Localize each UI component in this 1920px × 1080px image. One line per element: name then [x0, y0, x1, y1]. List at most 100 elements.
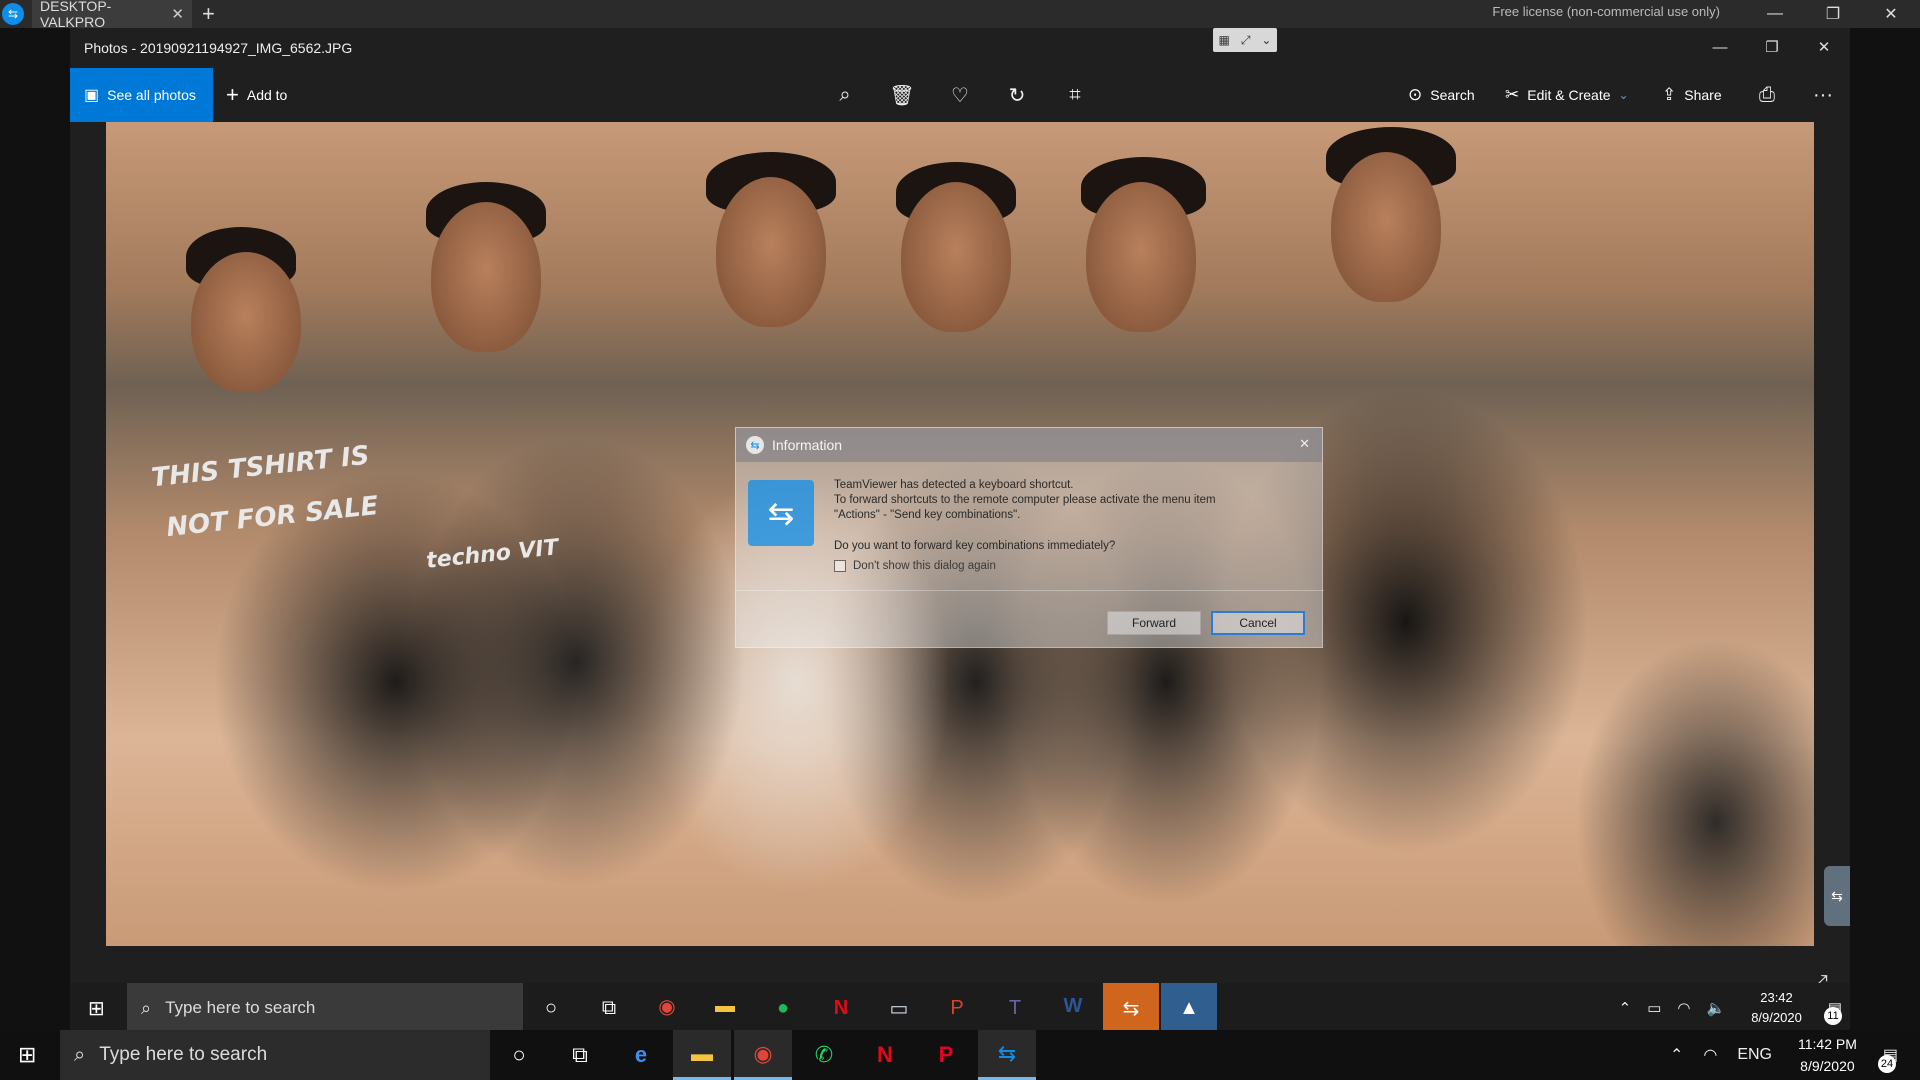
- grid-icon[interactable]: ▦: [1218, 33, 1229, 47]
- person-face: [1086, 182, 1196, 332]
- zoom-icon[interactable]: ⌕: [825, 68, 865, 122]
- person-face: [431, 202, 541, 352]
- battery-icon[interactable]: ▭: [1647, 999, 1661, 1017]
- teamviewer-info-dialog: ⇆ Information ✕ ⇆ TeamViewer has detecte…: [735, 427, 1324, 648]
- search-icon: ⊙: [1408, 85, 1423, 104]
- close-button[interactable]: ✕: [1862, 0, 1920, 28]
- photos-minimize-button[interactable]: —: [1694, 28, 1746, 66]
- cortana-icon[interactable]: ○: [523, 983, 579, 1033]
- remote-desktop: Photos - 20190921194927_IMG_6562.JPG ▦ ⤢…: [70, 28, 1850, 1033]
- print-icon[interactable]: ⎙: [1747, 68, 1787, 122]
- person-face: [901, 182, 1011, 332]
- remote-taskbar: ⊞ ⌕ Type here to search ○ ⧉ ◉ ▬ ● N ▭ P …: [70, 983, 1850, 1033]
- local-date: 8/9/2020: [1800, 1058, 1855, 1074]
- task-view-icon[interactable]: ⧉: [581, 983, 637, 1033]
- person-face: [1331, 152, 1441, 302]
- edge-icon[interactable]: e: [612, 1030, 670, 1080]
- windows-start-icon[interactable]: ⊞: [18, 1042, 36, 1068]
- expand-arrows-icon[interactable]: ⤢: [1241, 33, 1251, 48]
- session-tab-label: DESKTOP-VALKPRO: [40, 0, 112, 30]
- chevron-down-icon: ⌄: [1618, 88, 1629, 102]
- edit-create-button[interactable]: ✂ Edit & Create ⌄: [1505, 68, 1629, 122]
- teamviewer-logo-icon: ⇆: [748, 480, 814, 546]
- notification-icon[interactable]: ▤24: [1878, 1045, 1898, 1073]
- minimize-button[interactable]: —: [1746, 0, 1804, 28]
- remote-app-icon[interactable]: ▭: [871, 983, 927, 1033]
- chrome-icon[interactable]: ◉: [734, 1030, 792, 1080]
- more-options-button[interactable]: ···: [1803, 68, 1843, 122]
- add-to-button[interactable]: + Add to: [226, 68, 287, 122]
- cortana-icon[interactable]: ○: [490, 1030, 548, 1080]
- chevron-up-icon[interactable]: ⌃: [1670, 1045, 1683, 1065]
- forward-button[interactable]: Forward: [1107, 611, 1201, 635]
- dialog-divider: [736, 590, 1324, 591]
- photos-taskbar-icon[interactable]: ▲: [1161, 983, 1217, 1033]
- see-all-photos-button[interactable]: ▣ See all photos: [70, 68, 213, 122]
- notification-icon[interactable]: ▤11: [1824, 999, 1842, 1025]
- file-explorer-icon[interactable]: ▬: [673, 1030, 731, 1080]
- pinterest-icon[interactable]: P: [917, 1030, 975, 1080]
- local-search-box[interactable]: ⌕ Type here to search: [60, 1030, 490, 1080]
- windows-start-icon[interactable]: ⊞: [88, 996, 105, 1021]
- teamviewer-logo-icon: ⇆: [2, 3, 24, 25]
- remote-system-tray: ⌃ ▭ ◠ 🔈 23:42 8/9/2020 ▤11: [1611, 983, 1850, 1033]
- new-tab-icon[interactable]: +: [202, 1, 215, 27]
- language-indicator[interactable]: ENG: [1737, 1046, 1772, 1064]
- see-all-photos-label: See all photos: [107, 87, 196, 103]
- word-icon[interactable]: W: [1045, 983, 1101, 1033]
- dont-show-again-checkbox[interactable]: Don't show this dialog again: [834, 560, 996, 572]
- chevron-up-icon[interactable]: ⌃: [1619, 999, 1632, 1017]
- rotate-icon[interactable]: ↻: [997, 68, 1037, 122]
- teamviewer-taskbar-icon[interactable]: ⇆: [978, 1030, 1036, 1080]
- share-label: Share: [1684, 87, 1722, 103]
- close-tab-icon[interactable]: ✕: [171, 5, 184, 23]
- teamviewer-taskbar-icon[interactable]: ⇆: [1103, 983, 1159, 1033]
- share-button[interactable]: ⇪ Share: [1662, 68, 1722, 122]
- chevron-down-icon[interactable]: ⌄: [1261, 33, 1271, 47]
- netflix-icon[interactable]: N: [856, 1030, 914, 1080]
- spotify-icon[interactable]: ●: [755, 983, 811, 1033]
- delete-icon[interactable]: 🗑: [882, 68, 922, 122]
- volume-icon[interactable]: 🔈: [1707, 999, 1726, 1017]
- local-clock[interactable]: 11:42 PM 8/9/2020: [1798, 1033, 1857, 1077]
- wifi-icon[interactable]: ◠: [1703, 1045, 1717, 1065]
- powerpoint-icon[interactable]: P: [929, 983, 985, 1033]
- person-face: [716, 177, 826, 327]
- dialog-title-bar: ⇆ Information: [736, 428, 1322, 462]
- edit-icon: ✂: [1505, 85, 1520, 104]
- dialog-close-icon[interactable]: ✕: [1299, 436, 1310, 452]
- license-text: Free license (non-commercial use only): [1492, 4, 1720, 19]
- teams-icon[interactable]: T: [987, 983, 1043, 1033]
- favorite-icon[interactable]: ♡: [940, 68, 980, 122]
- checkbox-box[interactable]: [834, 560, 846, 572]
- maximize-button[interactable]: ❐: [1804, 0, 1862, 28]
- photos-toolbar: ▣ See all photos + Add to ⌕ 🗑 ♡ ↻ ⌗ ⊙ Se…: [70, 68, 1850, 122]
- netflix-icon[interactable]: N: [813, 983, 869, 1033]
- photos-maximize-button[interactable]: ❐: [1746, 28, 1798, 66]
- search-button[interactable]: ⊙ Search: [1408, 68, 1475, 122]
- cancel-button[interactable]: Cancel: [1211, 611, 1305, 635]
- remote-clock[interactable]: 23:42 8/9/2020: [1751, 988, 1802, 1028]
- teamviewer-side-handle-icon[interactable]: ⇆: [1824, 866, 1850, 926]
- teamviewer-session-tab[interactable]: DESKTOP-VALKPRO ✕: [32, 0, 192, 30]
- crop-icon[interactable]: ⌗: [1055, 68, 1095, 122]
- whatsapp-icon[interactable]: ✆: [795, 1030, 853, 1080]
- search-icon: ⌕: [141, 997, 152, 1018]
- remote-time: 23:42: [1760, 990, 1793, 1005]
- photo-gallery-icon: ▣: [84, 87, 100, 104]
- chrome-icon[interactable]: ◉: [639, 983, 695, 1033]
- photos-close-button[interactable]: ✕: [1798, 28, 1850, 66]
- notification-count: 24: [1878, 1055, 1896, 1073]
- teamviewer-mini-toolbar[interactable]: ▦ ⤢ ⌄: [1213, 28, 1277, 52]
- wifi-icon[interactable]: ◠: [1677, 999, 1690, 1017]
- file-explorer-icon[interactable]: ▬: [697, 983, 753, 1033]
- dialog-question: Do you want to forward key combinations …: [834, 540, 1116, 552]
- remote-date: 8/9/2020: [1751, 1010, 1802, 1025]
- local-taskbar: ⊞ ⌕ Type here to search ○ ⧉ e ▬ ◉ ✆ N P …: [0, 1030, 1920, 1080]
- checkbox-label: Don't show this dialog again: [853, 560, 996, 572]
- dialog-message-line: "Actions" - "Send key combinations".: [834, 509, 1021, 521]
- dialog-message: TeamViewer has detected a keyboard short…: [834, 478, 1304, 523]
- remote-search-box[interactable]: ⌕ Type here to search: [127, 983, 523, 1033]
- teamviewer-window-controls: — ❐ ✕: [1746, 0, 1920, 28]
- task-view-icon[interactable]: ⧉: [551, 1030, 609, 1080]
